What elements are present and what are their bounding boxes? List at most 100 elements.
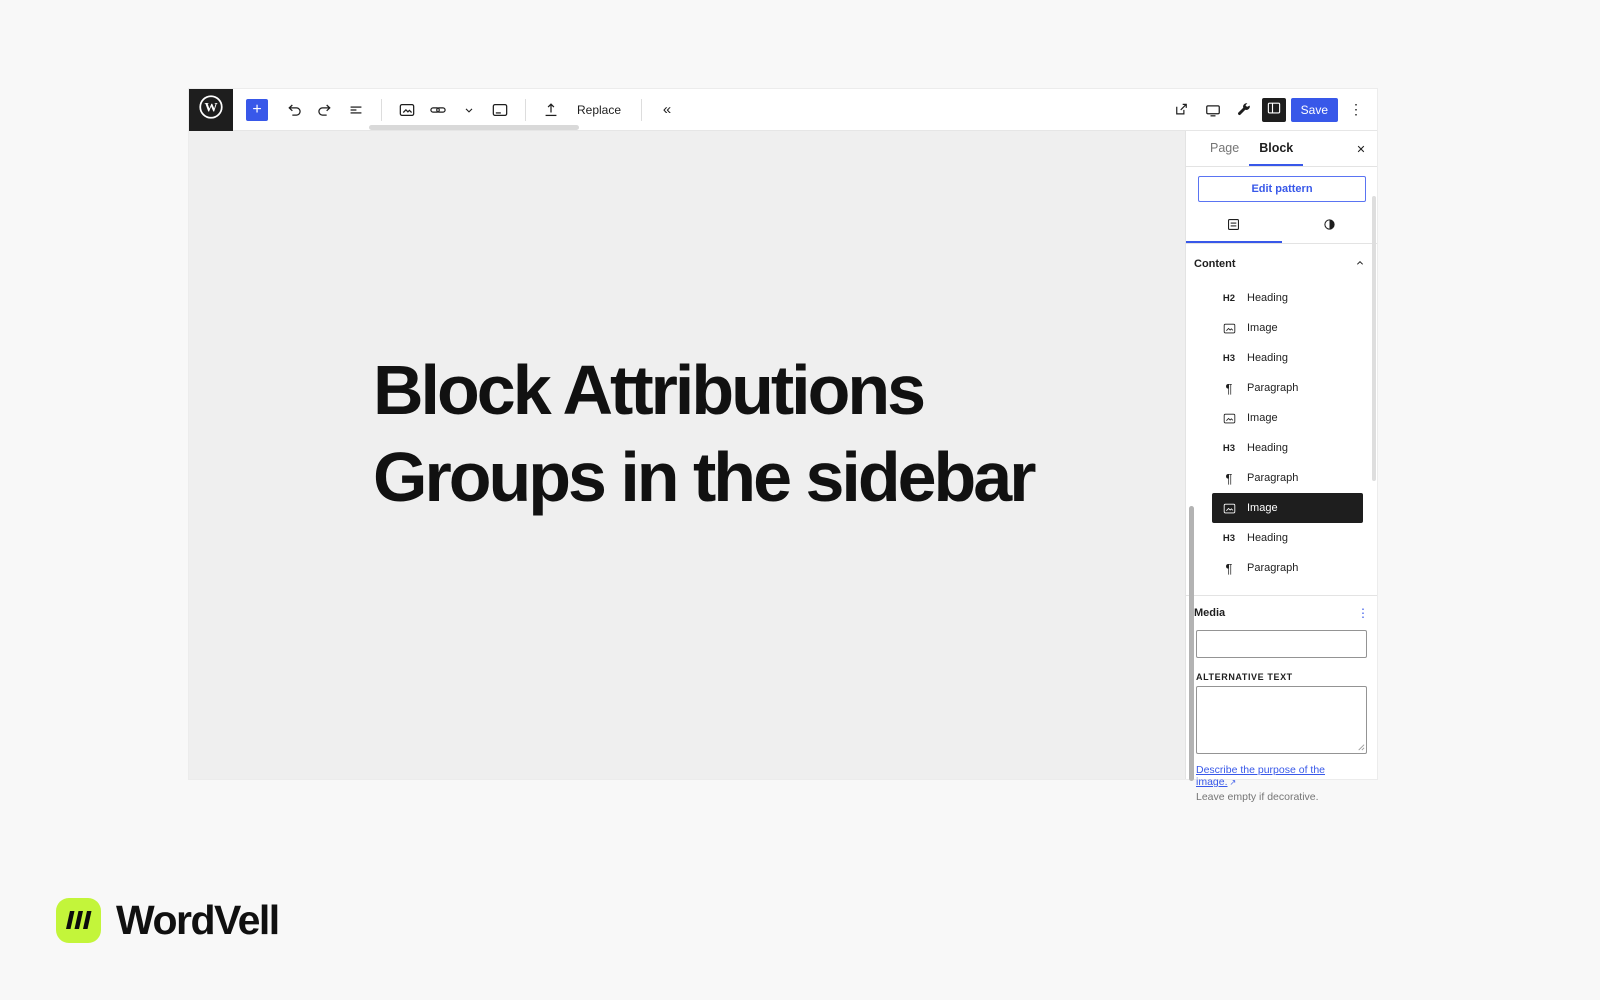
settings-sidebar: Page Block ✕ Edit pattern (1185, 131, 1377, 779)
collapse-content-button[interactable] (1351, 255, 1369, 273)
sidebar-scrollbar[interactable] (1372, 196, 1376, 481)
content-row-label: Paragraph (1247, 382, 1298, 394)
post-heading-line-2: Groups in the sidebar (373, 434, 1033, 521)
external-link-icon (1172, 100, 1191, 119)
external-arrow-icon: ↗ (1230, 778, 1237, 787)
editor-canvas[interactable]: Block Attributions Groups in the sidebar (189, 131, 1185, 779)
media-section-header: Media ⋮ (1186, 596, 1377, 628)
desktop-icon (1203, 100, 1223, 120)
upload-icon (541, 100, 561, 120)
tab-settings[interactable] (1186, 210, 1282, 243)
save-button[interactable]: Save (1291, 98, 1338, 122)
content-row-label: Paragraph (1247, 472, 1298, 484)
tab-page[interactable]: Page (1200, 131, 1249, 166)
post-heading: Block Attributions Groups in the sidebar (373, 347, 1033, 521)
svg-text:W: W (204, 99, 217, 114)
paragraph-icon: ¶ (1220, 561, 1238, 576)
image-block-type-button[interactable] (394, 97, 420, 123)
edit-pattern-button[interactable]: Edit pattern (1198, 176, 1366, 202)
content-section-header: Content (1186, 244, 1377, 281)
paragraph-icon: ¶ (1220, 471, 1238, 486)
image-block-icon (1220, 411, 1238, 426)
alt-help-link[interactable]: Describe the purpose of the image. (1196, 764, 1325, 788)
tab-styles[interactable] (1282, 210, 1378, 243)
redo-icon (315, 100, 335, 120)
paragraph-icon: ¶ (1220, 381, 1238, 396)
alt-text-area-wrap (1196, 686, 1367, 757)
heading-3-icon: H3 (1220, 443, 1238, 454)
wordvell-logo-icon (56, 898, 101, 943)
link-icon (428, 100, 448, 120)
options-menu-button[interactable]: ⋮ (1343, 97, 1369, 123)
plus-icon: + (252, 102, 261, 118)
content-section-title: Content (1194, 258, 1236, 270)
wrench-icon (1235, 101, 1253, 119)
image-block-icon (1220, 321, 1238, 336)
wordpress-logo-button[interactable]: W (189, 89, 233, 131)
contrast-styles-icon (1321, 216, 1338, 236)
block-tools-group: + (233, 97, 680, 123)
content-row-label: Image (1247, 502, 1278, 514)
caption-button[interactable] (487, 97, 513, 123)
link-button[interactable] (425, 97, 451, 123)
link-options-button[interactable] (456, 97, 482, 123)
kebab-menu-icon: ⋮ (1349, 101, 1363, 118)
preview-device-button[interactable] (1200, 97, 1226, 123)
list-view-icon (346, 100, 366, 120)
inserter-button[interactable]: + (246, 99, 268, 121)
image-icon (397, 100, 417, 120)
content-row-image[interactable]: Image (1212, 493, 1363, 523)
heading-3-icon: H3 (1220, 533, 1238, 544)
media-options-button[interactable]: ⋮ (1357, 606, 1369, 620)
content-row-label: Heading (1247, 352, 1288, 364)
settings-sidebar-toggle-button[interactable] (1262, 98, 1286, 122)
media-section-title: Media (1194, 607, 1225, 619)
upload-button[interactable] (538, 97, 564, 123)
settings-list-icon (1225, 216, 1242, 236)
toolbar-separator (525, 99, 526, 121)
undo-button[interactable] (281, 97, 307, 123)
content-row-paragraph[interactable]: ¶ Paragraph (1212, 463, 1363, 493)
view-site-button[interactable] (1169, 97, 1195, 123)
close-icon: ✕ (1356, 143, 1365, 156)
undo-icon (284, 100, 304, 120)
caption-icon (490, 100, 510, 120)
tab-block[interactable]: Block (1249, 131, 1303, 166)
double-chevron-left-icon: « (663, 101, 671, 118)
content-row-image[interactable]: Image (1212, 403, 1363, 433)
alt-hint-text: Leave empty if decorative. (1196, 791, 1367, 803)
content-row-paragraph[interactable]: ¶Paragraph (1212, 553, 1363, 583)
tools-button[interactable] (1231, 97, 1257, 123)
close-sidebar-button[interactable]: ✕ (1351, 139, 1371, 159)
content-row-label: Heading (1247, 532, 1288, 544)
sidebar-panel-icon (1265, 99, 1283, 120)
document-overview-button[interactable] (343, 97, 369, 123)
chevron-up-icon (1352, 255, 1368, 274)
toolbar-separator (381, 99, 382, 121)
editor-actions-group: Save ⋮ (1169, 97, 1377, 123)
post-heading-line-1: Block Attributions (373, 347, 1033, 434)
alt-text-input[interactable] (1196, 686, 1367, 754)
vertical-scrollbar[interactable] (1189, 506, 1194, 781)
brand-name: WordVell (116, 898, 279, 943)
replace-button[interactable]: Replace (569, 97, 629, 123)
content-row-heading[interactable]: H3 Heading (1212, 523, 1363, 553)
content-row-label: Image (1247, 412, 1278, 424)
chevron-down-icon (460, 101, 478, 119)
content-row-label: Image (1247, 322, 1278, 334)
toolbar-separator (641, 99, 642, 121)
editor-toolbar: W + (189, 89, 1377, 131)
horizontal-scrollbar[interactable] (369, 125, 579, 130)
sidebar-tabs: Page Block ✕ (1186, 131, 1377, 167)
redo-button[interactable] (312, 97, 338, 123)
editor-window: W + (188, 88, 1378, 780)
content-row-heading[interactable]: H2Heading (1212, 283, 1363, 313)
heading-2-icon: H2 (1220, 293, 1238, 304)
collapse-toolbar-button[interactable]: « (654, 97, 680, 123)
media-input[interactable] (1196, 630, 1367, 658)
content-row-paragraph[interactable]: ¶ Paragraph (1212, 373, 1363, 403)
content-row-image[interactable]: Image (1212, 313, 1363, 343)
content-row-heading[interactable]: H3Heading (1212, 433, 1363, 463)
content-row-heading[interactable]: H3Heading (1212, 343, 1363, 373)
wordpress-icon: W (196, 92, 226, 127)
